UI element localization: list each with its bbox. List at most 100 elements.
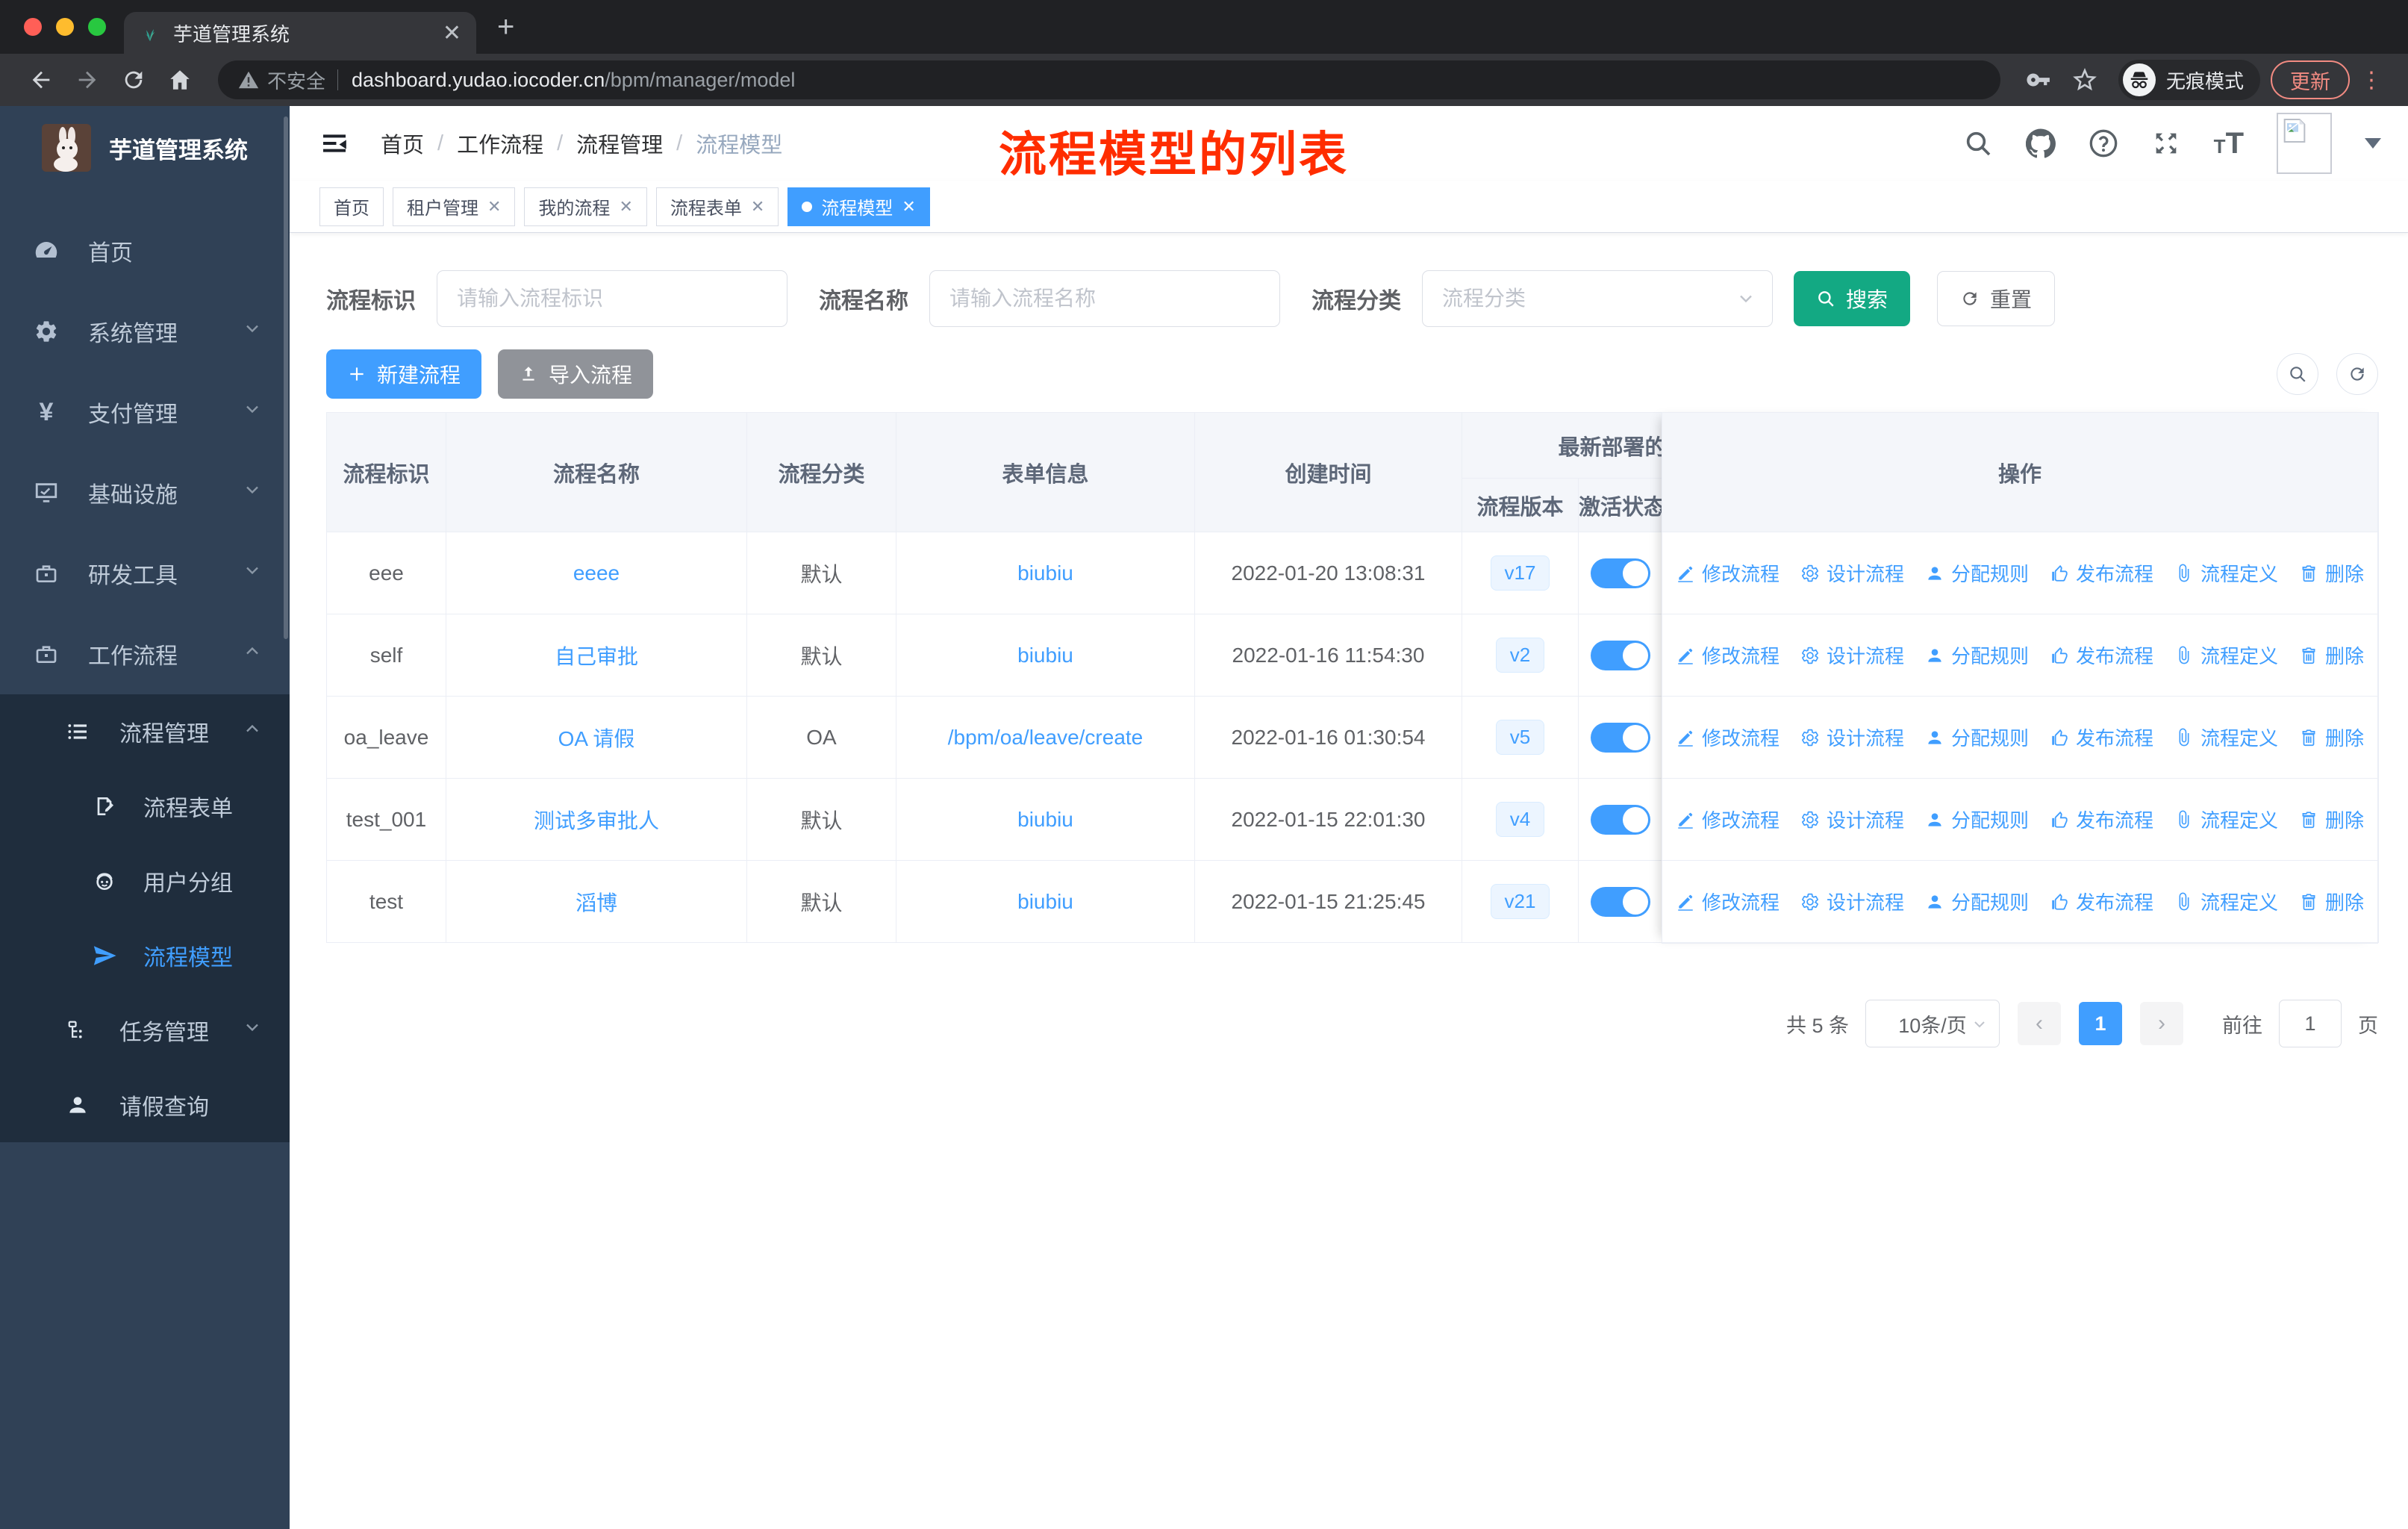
prev-page-button[interactable]: ‹ (2018, 1002, 2061, 1045)
minimize-window-button[interactable] (56, 18, 74, 36)
active-toggle[interactable] (1591, 558, 1650, 588)
sidebar-item-home[interactable]: 首页 (0, 211, 290, 291)
home-icon[interactable] (167, 67, 193, 93)
edit-action-link[interactable]: 修改流程 (1676, 806, 1780, 833)
tag-process-model[interactable]: 流程模型 ✕ (787, 187, 930, 226)
sidebar-item-system[interactable]: 系统管理 (0, 291, 290, 372)
sidebar-collapse-icon[interactable] (319, 128, 349, 158)
publish-thumb-action-link[interactable]: 发布流程 (2050, 723, 2153, 751)
publish-thumb-action-link[interactable]: 发布流程 (2050, 806, 2153, 833)
active-toggle[interactable] (1591, 886, 1650, 917)
sidebar-item-leave-query[interactable]: 请假查询 (0, 1068, 290, 1142)
active-toggle[interactable] (1591, 640, 1650, 670)
goto-page-input[interactable] (2279, 1000, 2342, 1047)
browser-tab[interactable]: 芋道管理系统 ✕ (124, 12, 476, 54)
breadcrumb-item[interactable]: 流程管理 (576, 128, 663, 159)
back-icon[interactable] (28, 67, 54, 93)
import-process-button[interactable]: 导入流程 (498, 349, 654, 399)
tag-home[interactable]: 首页 (319, 187, 384, 226)
assign-user-action-link[interactable]: 分配规则 (1925, 559, 2029, 587)
tag-tenant[interactable]: 租户管理 ✕ (393, 187, 516, 226)
sidebar-item-devtools[interactable]: 研发工具 (0, 533, 290, 614)
avatar[interactable] (2277, 113, 2332, 174)
sidebar-item-process-management[interactable]: 流程管理 (0, 694, 290, 769)
design-gear-action-link[interactable]: 设计流程 (1800, 723, 1904, 751)
breadcrumb-item[interactable]: 工作流程 (457, 128, 543, 159)
new-tab-button[interactable]: + (497, 12, 514, 42)
help-icon[interactable] (2089, 128, 2118, 158)
browser-update-button[interactable]: 更新 (2271, 60, 2350, 99)
definition-link-action-link[interactable]: 流程定义 (2174, 641, 2278, 669)
category-select-input[interactable] (1422, 270, 1773, 327)
process-name-link[interactable]: 测试多审批人 (534, 809, 659, 832)
form-info-link[interactable]: biubiu (1017, 644, 1073, 667)
form-info-link[interactable]: biubiu (1017, 890, 1073, 913)
github-icon[interactable] (2025, 128, 2056, 158)
definition-link-action-link[interactable]: 流程定义 (2174, 723, 2278, 751)
edit-action-link[interactable]: 修改流程 (1676, 641, 1780, 669)
design-gear-action-link[interactable]: 设计流程 (1800, 806, 1904, 833)
avatar-caret-icon[interactable] (2365, 138, 2381, 149)
close-icon[interactable]: ✕ (487, 197, 501, 217)
edit-action-link[interactable]: 修改流程 (1676, 559, 1780, 587)
password-key-icon[interactable] (2026, 67, 2051, 93)
trash-action-link[interactable]: 删除 (2299, 723, 2364, 751)
form-info-link[interactable]: /bpm/oa/leave/create (948, 726, 1144, 749)
form-info-link[interactable]: biubiu (1017, 561, 1073, 585)
active-toggle[interactable] (1591, 722, 1650, 753)
definition-link-action-link[interactable]: 流程定义 (2174, 888, 2278, 915)
assign-user-action-link[interactable]: 分配规则 (1925, 723, 2029, 751)
process-key-input[interactable] (437, 270, 787, 327)
maximize-window-button[interactable] (88, 18, 106, 36)
publish-thumb-action-link[interactable]: 发布流程 (2050, 559, 2153, 587)
process-name-link[interactable]: 自己审批 (555, 645, 638, 668)
edit-action-link[interactable]: 修改流程 (1676, 888, 1780, 915)
refresh-table-button[interactable] (2336, 353, 2378, 395)
next-page-button[interactable]: › (2140, 1002, 2183, 1045)
show-search-toggle-button[interactable] (2277, 353, 2318, 395)
reload-icon[interactable] (121, 67, 146, 93)
tab-close-icon[interactable]: ✕ (443, 20, 461, 46)
create-process-button[interactable]: 新建流程 (326, 349, 482, 399)
definition-link-action-link[interactable]: 流程定义 (2174, 806, 2278, 833)
process-name-link[interactable]: 滔博 (576, 891, 617, 915)
trash-action-link[interactable]: 删除 (2299, 559, 2364, 587)
trash-action-link[interactable]: 删除 (2299, 888, 2364, 915)
sidebar-item-task-management[interactable]: 任务管理 (0, 993, 290, 1068)
page-size-select[interactable]: 10条/页 (1865, 1000, 2000, 1047)
fullscreen-icon[interactable] (2151, 128, 2181, 158)
trash-action-link[interactable]: 删除 (2299, 806, 2364, 833)
tag-process-form[interactable]: 流程表单 ✕ (655, 187, 779, 226)
header-search-icon[interactable] (1963, 128, 1993, 158)
process-name-link[interactable]: eeee (573, 561, 620, 585)
page-number-current[interactable]: 1 (2079, 1002, 2122, 1045)
breadcrumb-item[interactable]: 首页 (381, 128, 424, 159)
font-size-icon[interactable]: TT (2214, 127, 2244, 161)
trash-action-link[interactable]: 删除 (2299, 641, 2364, 669)
close-icon[interactable]: ✕ (619, 197, 632, 217)
close-icon[interactable]: ✕ (751, 197, 764, 217)
process-name-input[interactable] (929, 270, 1280, 327)
design-gear-action-link[interactable]: 设计流程 (1800, 888, 1904, 915)
close-window-button[interactable] (24, 18, 42, 36)
design-gear-action-link[interactable]: 设计流程 (1800, 641, 1904, 669)
form-info-link[interactable]: biubiu (1017, 808, 1073, 831)
process-name-link[interactable]: OA 请假 (558, 727, 635, 750)
publish-thumb-action-link[interactable]: 发布流程 (2050, 641, 2153, 669)
bookmark-star-icon[interactable] (2072, 67, 2097, 93)
forward-icon[interactable] (75, 67, 100, 93)
category-select[interactable] (1422, 270, 1773, 327)
sidebar-item-process-form[interactable]: 流程表单 (0, 769, 290, 844)
address-bar[interactable]: 不安全 dashboard.yudao.iocoder.cn/bpm/manag… (218, 60, 2000, 99)
search-button[interactable]: 搜索 (1794, 271, 1911, 326)
reset-button[interactable]: 重置 (1937, 271, 2056, 326)
browser-menu-icon[interactable]: ⋮ (2360, 67, 2383, 93)
sidebar-item-user-group[interactable]: 用户分组 (0, 844, 290, 918)
active-toggle[interactable] (1591, 804, 1650, 835)
assign-user-action-link[interactable]: 分配规则 (1925, 806, 2029, 833)
tag-my-process[interactable]: 我的流程 ✕ (524, 187, 647, 226)
design-gear-action-link[interactable]: 设计流程 (1800, 559, 1904, 587)
sidebar-item-workflow[interactable]: 工作流程 (0, 614, 290, 694)
close-icon[interactable]: ✕ (902, 197, 915, 217)
edit-action-link[interactable]: 修改流程 (1676, 723, 1780, 751)
